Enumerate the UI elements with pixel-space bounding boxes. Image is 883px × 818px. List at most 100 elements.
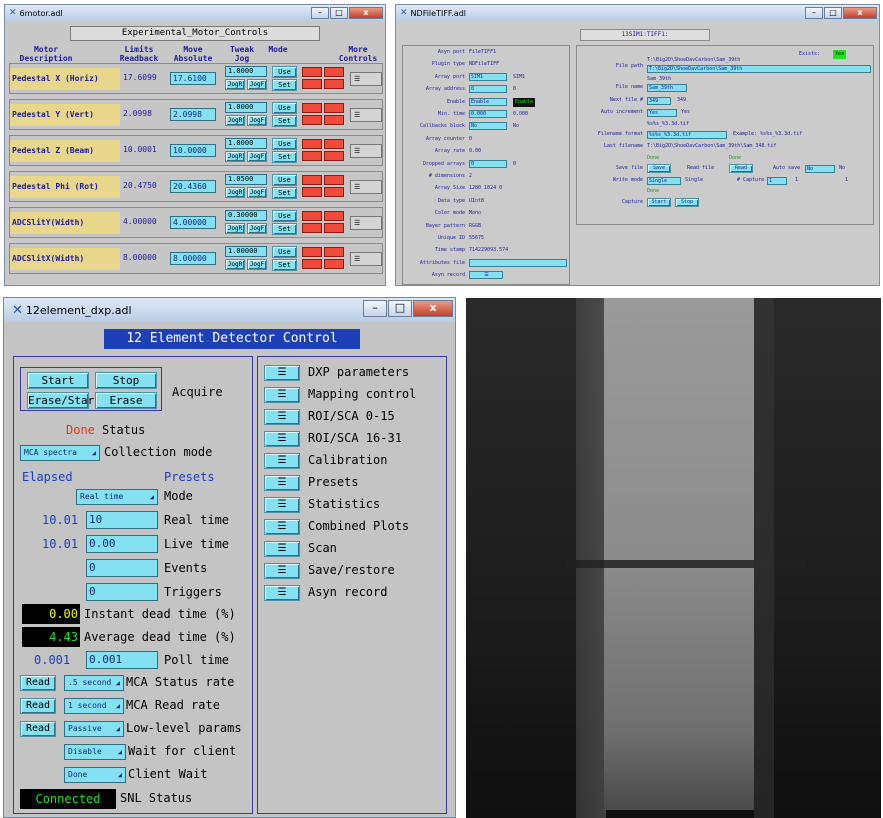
related-display-button[interactable]: ☰ [264, 519, 300, 535]
more-controls-button[interactable]: ☰ [350, 72, 382, 86]
next-file-input[interactable]: 349 [647, 97, 671, 105]
stop-button[interactable]: Stop [95, 372, 157, 389]
motor-jog-step-input[interactable]: 1.0000 [225, 102, 267, 113]
motor-absolute-input[interactable]: 2.0998 [170, 108, 216, 121]
related-display-button[interactable]: ☰ [264, 453, 300, 469]
mode-set-button[interactable]: Set [272, 151, 297, 163]
file-name-input[interactable]: Sam_39th [647, 84, 687, 92]
low-level-menu[interactable]: Passive ◢ [64, 721, 124, 737]
motor-absolute-input[interactable]: 17.6100 [170, 72, 216, 85]
related-display-button[interactable]: ☰ [264, 387, 300, 403]
client-wait-menu[interactable]: Done ◢ [64, 767, 126, 783]
related-display-button[interactable]: ☰ [264, 497, 300, 513]
triggers-input[interactable]: 0 [86, 583, 158, 601]
write-mode-menu[interactable]: Single [647, 177, 681, 185]
status-rate-read-button[interactable]: Read [20, 675, 56, 691]
maximize-button[interactable]: □ [330, 7, 348, 19]
mode-use-button[interactable]: Use [272, 66, 297, 78]
wait-client-menu[interactable]: Disable ◢ [64, 744, 126, 760]
tiff-param-input[interactable]: 0.000 [469, 110, 507, 118]
events-input[interactable]: 0 [86, 559, 158, 577]
capture-stop-button[interactable]: Stop [675, 198, 699, 207]
jog-forward-button[interactable]: JogF [247, 79, 267, 90]
more-controls-button[interactable]: ☰ [350, 252, 382, 266]
jog-forward-button[interactable]: JogF [247, 115, 267, 126]
jog-forward-button[interactable]: JogF [247, 151, 267, 162]
mode-set-button[interactable]: Set [272, 223, 297, 235]
motor-jog-step-input[interactable]: 0.30000 [225, 210, 267, 221]
jog-reverse-button[interactable]: JogR [225, 259, 245, 270]
jog-reverse-button[interactable]: JogR [225, 223, 245, 234]
auto-save-menu[interactable]: No [805, 165, 835, 173]
preset-mode-menu[interactable]: Real time ◢ [76, 489, 158, 505]
mode-set-button[interactable]: Set [272, 115, 297, 127]
related-display-button[interactable]: ☰ [264, 431, 300, 447]
low-level-read-button[interactable]: Read [20, 721, 56, 737]
motor-jog-step-input[interactable]: 1.0000 [225, 138, 267, 149]
jog-forward-button[interactable]: JogF [247, 223, 267, 234]
mode-set-button[interactable]: Set [272, 79, 297, 91]
motor-absolute-input[interactable]: 8.00000 [170, 252, 216, 265]
minimize-button[interactable]: – [363, 300, 387, 317]
enable-menu[interactable]: Enable [469, 97, 507, 106]
close-button[interactable]: x [349, 7, 383, 19]
more-controls-button[interactable]: ☰ [350, 108, 382, 122]
more-controls-button[interactable]: ☰ [350, 180, 382, 194]
read-button[interactable]: Read [729, 164, 753, 173]
tiff-param-input[interactable]: 0 [469, 159, 507, 168]
read-rate-menu[interactable]: 1 second ◢ [64, 698, 124, 714]
maximize-button[interactable]: □ [824, 7, 842, 19]
more-controls-button[interactable]: ☰ [350, 216, 382, 230]
callbacks-block-menu[interactable]: No [469, 122, 507, 131]
erase-button[interactable]: Erase [95, 392, 157, 409]
mode-set-button[interactable]: Set [272, 187, 297, 199]
jog-reverse-button[interactable]: JogR [225, 151, 245, 162]
collection-mode-menu[interactable]: MCA spectra ◢ [20, 445, 100, 461]
live-time-input[interactable]: 0.00 [86, 535, 158, 553]
motor-jog-step-input[interactable]: 1.0000 [225, 66, 267, 77]
save-button[interactable]: Save [647, 164, 671, 173]
motor-absolute-input[interactable]: 4.00000 [170, 216, 216, 229]
read-rate-read-button[interactable]: Read [20, 698, 56, 714]
motor-jog-step-input[interactable]: 1.0500 [225, 174, 267, 185]
capture-count-input[interactable]: 1 [767, 177, 787, 185]
related-display-button[interactable]: ☰ [264, 585, 300, 601]
minimize-button[interactable]: – [805, 7, 823, 19]
jog-forward-button[interactable]: JogF [247, 187, 267, 198]
jog-reverse-button[interactable]: JogR [225, 79, 245, 90]
mode-set-button[interactable]: Set [272, 259, 297, 271]
start-button[interactable]: Start [27, 372, 89, 389]
related-display-button[interactable]: ☰ [264, 365, 300, 381]
mode-use-button[interactable]: Use [272, 174, 297, 186]
jog-forward-button[interactable]: JogF [247, 259, 267, 270]
tiff-param-input[interactable]: SIM1 [469, 72, 507, 81]
status-rate-menu[interactable]: .5 second ◢ [64, 675, 124, 691]
related-display-button[interactable]: ☰ [264, 541, 300, 557]
jog-reverse-button[interactable]: JogR [225, 187, 245, 198]
close-button[interactable]: x [413, 300, 453, 317]
mode-use-button[interactable]: Use [272, 138, 297, 150]
file-path-input[interactable]: T:\Big2D\ShoeDavCarbon\Sam_39th [647, 65, 871, 73]
minimize-button[interactable]: – [311, 7, 329, 19]
asyn-record-button[interactable]: ☰ [469, 271, 503, 280]
motor-absolute-input[interactable]: 10.0000 [170, 144, 216, 157]
attributes-file-input[interactable] [469, 258, 567, 267]
related-display-button[interactable]: ☰ [264, 409, 300, 425]
auto-inc-menu[interactable]: Yes [647, 109, 677, 117]
mode-use-button[interactable]: Use [272, 246, 297, 258]
format-input[interactable]: %s%s_%3.3d.tif [647, 131, 727, 139]
erase-start-button[interactable]: Erase/Start [27, 392, 101, 409]
close-button[interactable]: x [843, 7, 877, 19]
mode-use-button[interactable]: Use [272, 102, 297, 114]
motor-jog-step-input[interactable]: 1.00000 [225, 246, 267, 257]
capture-start-button[interactable]: Start [647, 198, 671, 207]
poll-time-input[interactable]: 0.001 [86, 651, 158, 669]
real-time-input[interactable]: 10 [86, 511, 158, 529]
more-controls-button[interactable]: ☰ [350, 144, 382, 158]
related-display-button[interactable]: ☰ [264, 563, 300, 579]
tiff-param-input[interactable]: 0 [469, 85, 507, 94]
motor-absolute-input[interactable]: 20.4360 [170, 180, 216, 193]
jog-reverse-button[interactable]: JogR [225, 115, 245, 126]
mode-use-button[interactable]: Use [272, 210, 297, 222]
maximize-button[interactable]: □ [388, 300, 412, 317]
